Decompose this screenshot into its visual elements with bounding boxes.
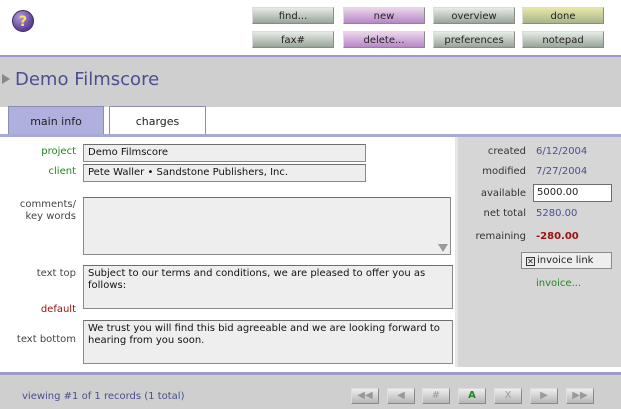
text-bottom-label: text bottom (16, 334, 76, 345)
created-label: created (487, 146, 526, 157)
client-field[interactable]: Pete Waller • Sandstone Publishers, Inc. (83, 164, 366, 182)
goto-record-button[interactable]: # (422, 388, 450, 404)
prev-record-button[interactable]: ◀ (387, 388, 415, 404)
last-record-button[interactable]: ▶▶ (566, 388, 594, 404)
preferences-button[interactable]: preferences (433, 31, 515, 48)
scroll-down-icon[interactable] (438, 244, 448, 252)
page-title: Demo Filmscore (15, 69, 160, 90)
next-record-button[interactable]: ▶ (530, 388, 558, 404)
text-top-field[interactable]: Subject to our terms and conditions, we … (83, 265, 453, 309)
tab-charges[interactable]: charges (109, 106, 206, 135)
new-button[interactable]: new (343, 7, 425, 24)
record-status: viewing #1 of 1 records (1 total) (22, 391, 185, 402)
remaining-value: -280.00 (536, 231, 579, 242)
find-button[interactable]: find... (252, 7, 334, 24)
status-bar: viewing #1 of 1 records (1 total) ◀◀ ◀ #… (0, 372, 621, 409)
available-input[interactable]: 5000.00 (533, 184, 612, 202)
available-label: available (480, 188, 526, 199)
overview-button[interactable]: overview (433, 7, 515, 24)
invoice-link[interactable]: invoice... (536, 278, 581, 289)
invoice-link-label: invoice link (537, 255, 594, 266)
fax-button[interactable]: fax# (252, 31, 334, 48)
tab-main-info[interactable]: main info (8, 106, 104, 135)
client-label: client (48, 166, 76, 177)
comments-field[interactable] (83, 197, 451, 255)
help-icon[interactable]: ? (12, 10, 34, 32)
created-value: 6/12/2004 (536, 146, 588, 157)
delete-button[interactable]: delete... (343, 31, 425, 48)
first-record-button[interactable]: ◀◀ (351, 388, 379, 404)
text-bottom-field[interactable]: We trust you will find this bid agreeabl… (83, 320, 453, 364)
show-all-button[interactable]: A (458, 388, 486, 404)
omit-record-button[interactable]: X (494, 388, 522, 404)
modified-value: 7/27/2004 (536, 166, 588, 177)
title-bar: Demo Filmscore (0, 57, 621, 107)
modified-label: modified (482, 166, 526, 177)
expand-arrow-icon (2, 74, 10, 84)
net-total-label: net total (483, 208, 526, 219)
comments-label: comments/ key words (19, 199, 76, 222)
checkbox-checked-icon[interactable]: ✕ (526, 257, 535, 266)
net-total-value: 5280.00 (536, 208, 578, 219)
done-button[interactable]: done (522, 7, 604, 24)
project-label: project (41, 146, 76, 157)
notepad-button[interactable]: notepad (522, 31, 604, 48)
invoice-link-checkbox[interactable]: ✕ invoice link (521, 252, 612, 269)
default-link[interactable]: default (4, 304, 76, 315)
text-top-label: text top (36, 268, 76, 279)
toolbar: ? find... new overview done fax# delete.… (0, 0, 621, 56)
project-field[interactable]: Demo Filmscore (83, 144, 366, 162)
remaining-label: remaining (475, 231, 527, 242)
